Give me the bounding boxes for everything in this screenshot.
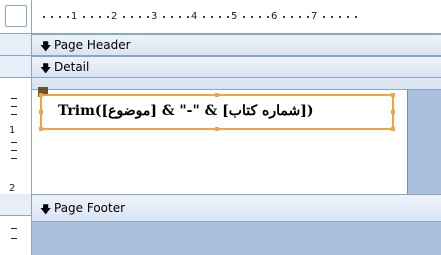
page-footer-ruler-band [0,194,32,216]
ruler-tick [11,114,17,115]
ruler-tick [251,16,253,18]
detail-label: Detail [54,60,90,74]
ruler-tick [211,16,213,18]
ruler-tick [43,16,45,18]
ruler-label: 4 [191,11,198,22]
resize-handle[interactable] [391,127,395,131]
ruler-tick [219,16,221,18]
ruler-label: 3 [151,11,158,22]
ruler-label: 2 [111,11,118,22]
expression-textbox[interactable]: Trim([موضوع] & "-" & [شماره کتاب]) [39,93,395,131]
resize-handle[interactable] [391,93,395,97]
ruler-tick [203,16,205,18]
resize-handle[interactable] [215,127,219,131]
ruler-label: 7 [311,11,318,22]
ruler-tick [59,16,61,18]
ruler-tick [179,16,181,18]
ruler-tick [11,238,17,239]
ruler-tick [227,16,229,18]
ruler-tick [267,16,269,18]
ruler-tick [123,16,125,18]
ruler-tick [355,16,357,18]
expression-text: Trim([موضوع] & "-" & [شماره کتاب]) [58,103,314,119]
ruler-label: 1 [71,11,78,22]
ruler-tick [323,16,325,18]
ruler-tick [171,16,173,18]
ruler-tick [243,16,245,18]
ruler-tick [187,16,189,18]
ruler-tick [299,16,301,18]
ruler-tick [99,16,101,18]
ruler-tick [163,16,165,18]
resize-handle[interactable] [39,110,43,114]
arrow-down-icon: 🡇 [40,62,52,75]
detail-section-bar[interactable]: 🡇 Detail [32,56,441,78]
ruler-tick [11,150,17,151]
ruler-tick [339,16,341,18]
ruler-label: 6 [271,11,278,22]
select-report-button[interactable] [5,5,27,27]
ruler-label: 5 [231,11,238,22]
arrow-down-icon: 🡇 [40,203,52,216]
ruler-tick [347,16,349,18]
page-header-ruler-band [0,34,32,56]
ruler-tick [139,16,141,18]
ruler-corner[interactable] [0,0,32,34]
page-header-label: Page Header [54,38,131,52]
ruler-tick [11,106,17,107]
ruler-tick [91,16,93,18]
ruler-tick [131,16,133,18]
vertical-ruler[interactable]: 1 2 [0,34,32,255]
ruler-label: 1 [9,125,16,136]
ruler-tick [283,16,285,18]
page-footer-label: Page Footer [54,201,126,215]
ruler-tick [11,158,17,159]
report-background [32,222,441,255]
ruler-tick [107,16,109,18]
ruler-tick [147,16,149,18]
resize-handle[interactable] [391,110,395,114]
ruler-tick [83,16,85,18]
ruler-tick [307,16,309,18]
ruler-tick [11,228,17,229]
resize-handle[interactable] [215,93,219,97]
ruler-tick [331,16,333,18]
resize-handle[interactable] [39,127,43,131]
horizontal-ruler[interactable]: 1 2 3 4 5 6 7 [32,0,441,34]
page-header-section-bar[interactable]: 🡇 Page Header [32,34,441,56]
resize-handle[interactable] [39,93,43,97]
ruler-label: 2 [9,183,16,194]
page-footer-section-bar[interactable]: 🡇 Page Footer [32,194,441,222]
ruler-tick [11,142,17,143]
ruler-tick [67,16,69,18]
ruler-tick [291,16,293,18]
ruler-tick [11,98,17,99]
ruler-tick [51,16,53,18]
ruler-tick [259,16,261,18]
detail-ruler-band [0,56,32,78]
arrow-down-icon: 🡇 [40,40,52,53]
report-background [408,90,441,194]
